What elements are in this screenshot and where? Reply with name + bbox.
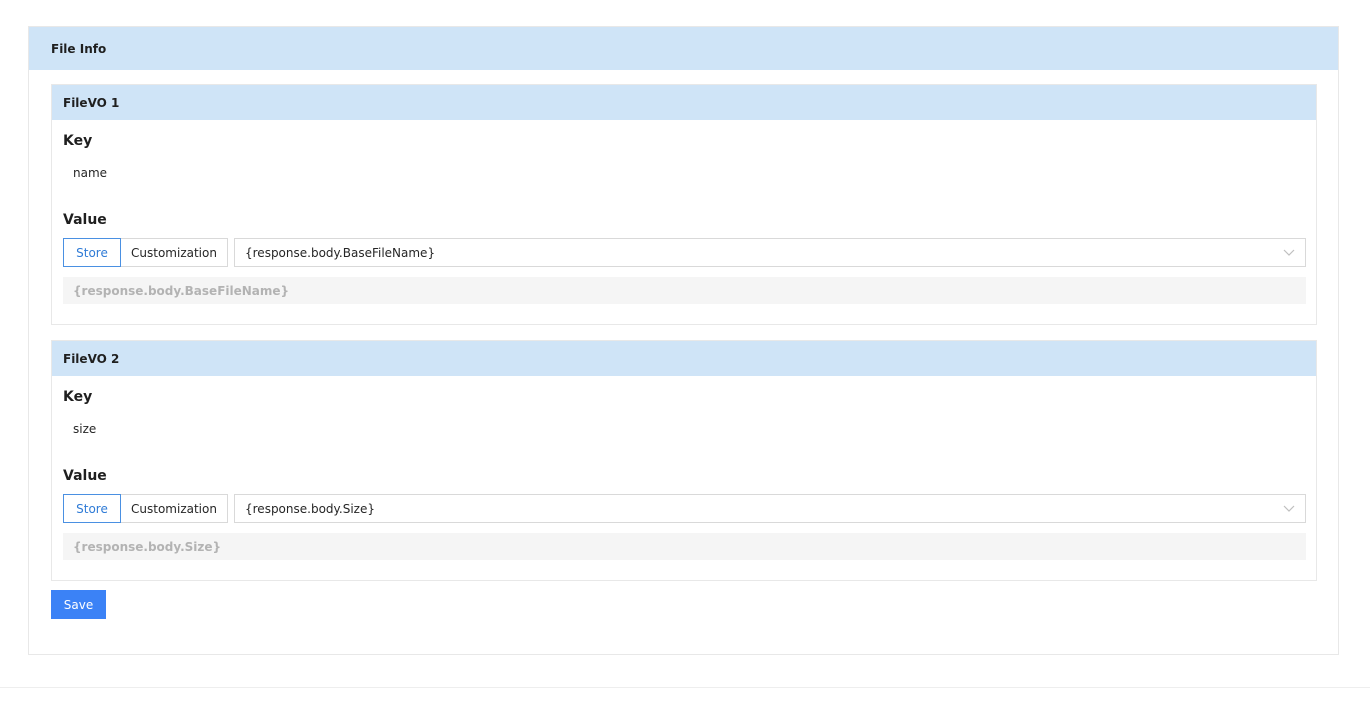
value-preview: {response.body.BaseFileName} bbox=[63, 277, 1306, 304]
value-source-row: Store Customization {response.body.BaseF… bbox=[63, 238, 1306, 267]
value-label: Value bbox=[63, 212, 107, 228]
store-toggle-button[interactable]: Store bbox=[63, 238, 121, 267]
customization-toggle-button[interactable]: Customization bbox=[120, 238, 228, 267]
file-vo-card-2: FileVO 2 Key size Value Store Customizat… bbox=[51, 340, 1317, 581]
chevron-down-icon bbox=[1283, 247, 1295, 259]
footer-divider bbox=[0, 687, 1370, 688]
key-label: Key bbox=[63, 133, 93, 149]
value-source-row: Store Customization {response.body.Size} bbox=[63, 494, 1306, 523]
value-select[interactable]: {response.body.Size} bbox=[234, 494, 1306, 523]
value-label: Value bbox=[63, 468, 107, 484]
file-info-header: File Info bbox=[29, 27, 1338, 70]
key-label: Key bbox=[63, 389, 93, 405]
value-select-text: {response.body.Size} bbox=[245, 501, 376, 516]
customization-toggle-button[interactable]: Customization bbox=[120, 494, 228, 523]
file-info-panel: File Info FileVO 1 Key name Value Store … bbox=[28, 26, 1339, 655]
store-toggle-button[interactable]: Store bbox=[63, 494, 121, 523]
save-button[interactable]: Save bbox=[51, 590, 106, 619]
value-select[interactable]: {response.body.BaseFileName} bbox=[234, 238, 1306, 267]
value-preview: {response.body.Size} bbox=[63, 533, 1306, 560]
key-value: size bbox=[73, 422, 97, 436]
file-vo-card-1: FileVO 1 Key name Value Store Customizat… bbox=[51, 84, 1317, 325]
chevron-down-icon bbox=[1283, 503, 1295, 515]
key-value: name bbox=[73, 166, 108, 180]
file-vo-card-title: FileVO 2 bbox=[52, 341, 1316, 376]
value-select-text: {response.body.BaseFileName} bbox=[245, 245, 436, 260]
file-vo-card-title: FileVO 1 bbox=[52, 85, 1316, 120]
